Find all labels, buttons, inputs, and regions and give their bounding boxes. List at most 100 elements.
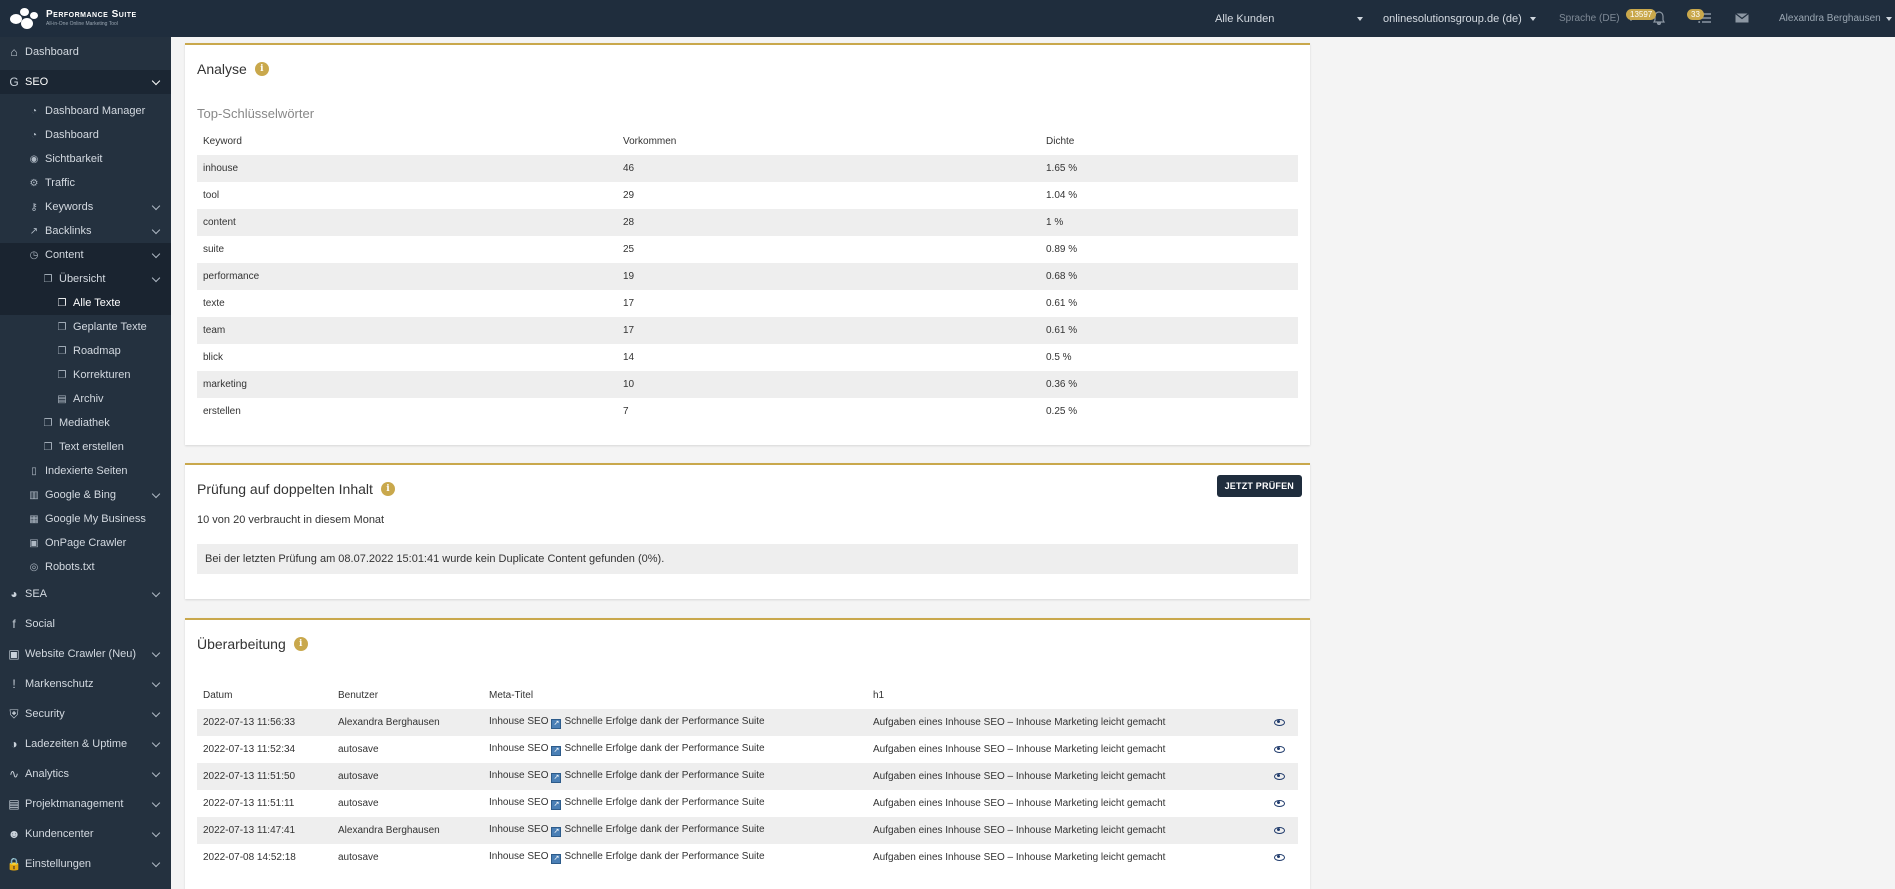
eye-icon[interactable] bbox=[1274, 799, 1285, 807]
col-dichte: Dichte bbox=[1046, 136, 1075, 147]
sidebar-item-label: Korrekturen bbox=[73, 369, 131, 381]
info-icon[interactable]: i bbox=[254, 62, 269, 76]
revision-panel: Überarbeitung i Datum Benutzer Meta-Tite… bbox=[185, 618, 1310, 889]
table-cell: 17 bbox=[623, 298, 635, 309]
sidebar-item-roadmap[interactable]: ❐ Roadmap bbox=[0, 339, 171, 363]
sidebar-item-label: SEO bbox=[25, 76, 49, 88]
table-cell: autosave bbox=[338, 852, 379, 863]
check-now-button[interactable]: JETZT PRÜFEN bbox=[1216, 475, 1302, 497]
sidebar-item-label: Roadmap bbox=[73, 345, 121, 357]
sidebar-item-dashboard[interactable]: ⌂ Dashboard bbox=[0, 40, 171, 64]
sidebar-item-security[interactable]: ⛨ Security bbox=[0, 702, 171, 726]
eye-icon[interactable] bbox=[1274, 745, 1285, 753]
logo-name: Performance Suite bbox=[46, 9, 137, 20]
meta-title-cell: Inhouse SEO ↗ Schnelle Erfolge dank der Pe… bbox=[489, 743, 765, 756]
sidebar-item-label: SEA bbox=[25, 588, 48, 600]
crawler-icon: ▣ bbox=[29, 537, 39, 549]
mail-icon[interactable] bbox=[1735, 13, 1749, 23]
sidebar-item-content[interactable]: ◷ Content bbox=[0, 243, 171, 267]
sidebar-item-alle-texte[interactable]: ❐ Alle Texte bbox=[0, 291, 171, 315]
chevron-down-icon bbox=[151, 201, 161, 211]
chevron-down-icon bbox=[151, 798, 161, 808]
keyword-table: Keyword Vorkommen Dichte inhouse 46 1.65 %… bbox=[197, 128, 1298, 425]
sidebar-item-übersicht[interactable]: ❐ Übersicht bbox=[0, 267, 171, 291]
clock-icon: ◷ bbox=[29, 249, 39, 261]
sidebar-item-keywords[interactable]: ⚷ Keywords bbox=[0, 195, 171, 219]
table-cell: Aufgaben eines Inhouse SEO – Inhouse Mar… bbox=[873, 852, 1166, 863]
sidebar-item-traffic[interactable]: ⚙ Traffic bbox=[0, 171, 171, 195]
sidebar-item-label: Einstellungen bbox=[25, 858, 92, 870]
sidebar-item-kundencenter[interactable]: ☻ Kundencenter bbox=[0, 822, 171, 846]
sidebar-item-archiv[interactable]: ▤ Archiv bbox=[0, 387, 171, 411]
col-datum: Datum bbox=[203, 690, 233, 701]
chevron-down-icon bbox=[151, 768, 161, 778]
separator-icon: ↗ bbox=[551, 746, 562, 756]
exclamation-icon: ! bbox=[12, 677, 16, 691]
sidebar-item-ladezeiten-uptime[interactable]: ◑ Ladezeiten & Uptime bbox=[0, 732, 171, 756]
sidebar-item-robots-txt[interactable]: ◎ Robots.txt bbox=[0, 555, 171, 579]
sidebar-item-korrekturen[interactable]: ❐ Korrekturen bbox=[0, 363, 171, 387]
table-cell: Aufgaben eines Inhouse SEO – Inhouse Mar… bbox=[873, 771, 1166, 782]
table-cell: tool bbox=[203, 190, 220, 201]
sidebar-item-dashboard-manager[interactable]: ◔ Dashboard Manager bbox=[0, 99, 171, 123]
sidebar-item-geplante-texte[interactable]: ❐ Geplante Texte bbox=[0, 315, 171, 339]
sidebar-item-projektmanagement[interactable]: ▤ Projektmanagement bbox=[0, 792, 171, 816]
col-h1: h1 bbox=[873, 690, 885, 701]
sidebar-item-label: Markenschutz bbox=[25, 678, 94, 690]
key-icon: ⚷ bbox=[30, 201, 38, 213]
sidebar-item-seo[interactable]: G SEO bbox=[0, 70, 171, 94]
sidebar-item-indexierte-seiten[interactable]: ▯ Indexierte Seiten bbox=[0, 459, 171, 483]
language-select[interactable]: Sprache (DE) bbox=[1559, 0, 1634, 37]
table-cell: 0.61 % bbox=[1046, 298, 1078, 309]
eye-icon[interactable] bbox=[1274, 718, 1285, 726]
table-row: 2022-07-13 11:51:50 autosave Inhouse SEO ↗ S… bbox=[197, 763, 1298, 790]
facebook-icon: f bbox=[12, 617, 16, 631]
copy-icon: ❐ bbox=[57, 345, 67, 357]
sidebar-item-website-crawler-neu-[interactable]: ▣ Website Crawler (Neu) bbox=[0, 642, 171, 666]
sidebar-item-sichtbarkeit[interactable]: ◉ Sichtbarkeit bbox=[0, 147, 171, 171]
info-icon[interactable]: i bbox=[380, 482, 395, 496]
table-cell: autosave bbox=[338, 771, 379, 782]
table-cell: autosave bbox=[338, 744, 379, 755]
info-icon[interactable]: i bbox=[293, 637, 308, 651]
project-icon: ▤ bbox=[8, 797, 20, 811]
table-row: blick 14 0.5 % bbox=[197, 344, 1298, 371]
sidebar-item-einstellungen[interactable]: 🔒 Einstellungen bbox=[0, 852, 171, 876]
col-keyword: Keyword bbox=[203, 136, 242, 147]
eye-icon[interactable] bbox=[1274, 826, 1285, 834]
logo[interactable]: Performance Suite All-in-One Online Mark… bbox=[0, 0, 171, 37]
table-cell: 2022-07-13 11:47:41 bbox=[203, 825, 296, 836]
sidebar-item-sea[interactable]: ◕ SEA bbox=[0, 582, 171, 606]
sidebar-item-analytics[interactable]: ∿ Analytics bbox=[0, 762, 171, 786]
chevron-down-icon bbox=[1885, 16, 1892, 21]
chevron-down-icon bbox=[151, 738, 161, 748]
sidebar-item-onpage-crawler[interactable]: ▣ OnPage Crawler bbox=[0, 531, 171, 555]
table-row: 2022-07-13 11:52:34 autosave Inhouse SEO ↗ S… bbox=[197, 736, 1298, 763]
sidebar-item-backlinks[interactable]: ↗ Backlinks bbox=[0, 219, 171, 243]
project-select[interactable]: onlinesolutionsgroup.de (de) bbox=[1383, 0, 1536, 37]
dashboard-icon: ◔ bbox=[30, 129, 38, 141]
separator-icon: ↗ bbox=[551, 800, 562, 810]
sidebar-item-markenschutz[interactable]: ! Markenschutz bbox=[0, 672, 171, 696]
sidebar-item-label: Google & Bing bbox=[45, 489, 116, 501]
eye-icon[interactable] bbox=[1274, 853, 1285, 861]
sidebar-item-google-bing[interactable]: ▥ Google & Bing bbox=[0, 483, 171, 507]
chevron-down-icon bbox=[151, 678, 161, 688]
gauge-icon: ◑ bbox=[10, 737, 18, 751]
sidebar-item-label: Kundencenter bbox=[25, 828, 94, 840]
sidebar-item-google-my-business[interactable]: ▦ Google My Business bbox=[0, 507, 171, 531]
table-row: team 17 0.61 % bbox=[197, 317, 1298, 344]
eye-icon[interactable] bbox=[1274, 772, 1285, 780]
sidebar-item-label: OnPage Crawler bbox=[45, 537, 127, 549]
sidebar-item-dashboard[interactable]: ◔ Dashboard bbox=[0, 123, 171, 147]
sidebar-item-label: Dashboard Manager bbox=[45, 105, 146, 117]
sidebar-item-social[interactable]: f Social bbox=[0, 612, 171, 636]
table-cell: blick bbox=[203, 352, 224, 363]
customer-select[interactable]: Alle Kunden bbox=[1215, 0, 1363, 37]
sidebar-item-mediathek[interactable]: ❐ Mediathek bbox=[0, 411, 171, 435]
file-icon: ▯ bbox=[31, 465, 37, 477]
notification-badge: 13597 bbox=[1626, 9, 1657, 20]
sidebar-item-text-erstellen[interactable]: ❐ Text erstellen bbox=[0, 435, 171, 459]
user-menu[interactable]: Alexandra Berghausen bbox=[1779, 0, 1892, 37]
crawler-icon: ▣ bbox=[8, 647, 20, 661]
